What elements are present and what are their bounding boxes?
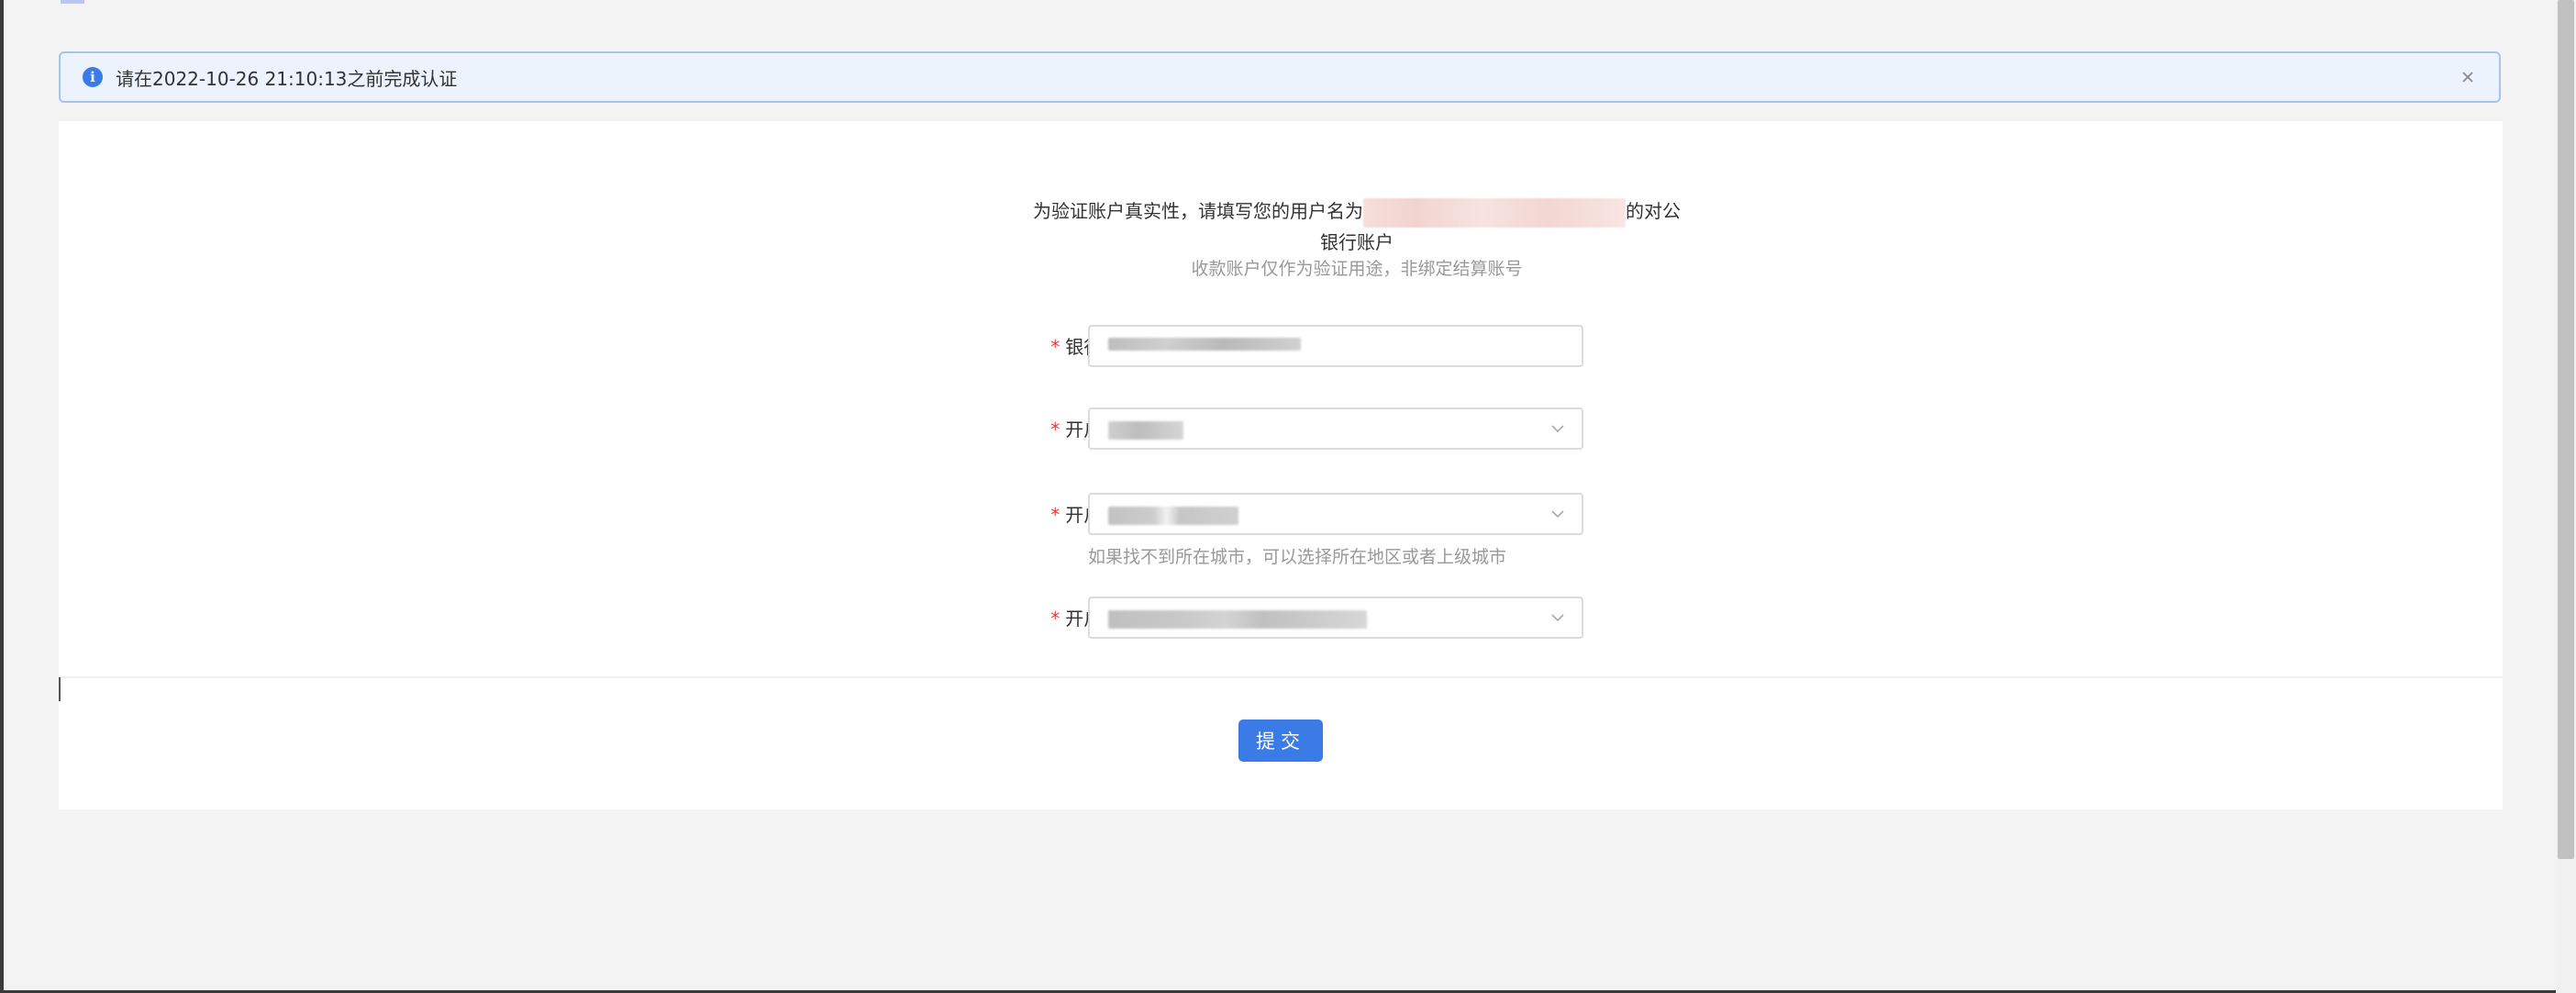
top-partial-element — [61, 0, 84, 4]
intro-text: 为验证账户真实性，请填写您的用户名为 的对公 银行账户 — [1004, 196, 1710, 257]
required-mark: * — [1050, 608, 1060, 630]
text-cursor — [59, 677, 61, 701]
window-left-edge — [0, 0, 4, 993]
intro-text-before: 为验证账户真实性，请填写您的用户名为 — [1033, 200, 1363, 222]
redacted-branch — [1108, 610, 1367, 629]
required-mark: * — [1050, 418, 1060, 441]
redacted-region — [1108, 507, 1238, 525]
branch-row: *开户支行: — [59, 597, 2503, 641]
alert-message: 请在2022-10-26 21:10:13之前完成认证 — [116, 67, 458, 90]
region-helper-text: 如果找不到所在城市，可以选择所在地区或者上级城市 — [1088, 547, 1507, 567]
region-row: *开户地区: — [59, 493, 2503, 537]
redacted-bank-name — [1108, 421, 1183, 440]
bank-row: *开户银行: — [59, 407, 2503, 452]
redacted-username — [1363, 197, 1626, 228]
bank-select[interactable] — [1088, 407, 1583, 450]
scrollbar-thumb[interactable] — [2558, 0, 2574, 859]
page: i 请在2022-10-26 21:10:13之前完成认证 为验证账户真实性，请… — [0, 0, 2576, 993]
divider — [59, 676, 2503, 678]
close-icon[interactable] — [2457, 66, 2479, 88]
bank-account-row: *银行账号: — [59, 325, 2503, 369]
intro-note: 收款账户仅作为验证用途，非绑定结算账号 — [1191, 259, 1523, 279]
deadline-alert: i 请在2022-10-26 21:10:13之前完成认证 — [59, 51, 2501, 103]
redacted-account-number — [1108, 338, 1301, 351]
required-mark: * — [1050, 336, 1060, 358]
chevron-down-icon — [1550, 610, 1565, 625]
chevron-down-icon — [1550, 507, 1565, 521]
required-mark: * — [1050, 504, 1060, 526]
branch-select[interactable] — [1088, 597, 1583, 639]
scrollbar[interactable] — [2556, 0, 2576, 993]
bank-account-input[interactable] — [1088, 325, 1583, 367]
intro-text-after: 的对公 — [1626, 200, 1681, 222]
submit-button[interactable]: 提交 — [1238, 720, 1323, 762]
chevron-down-icon — [1550, 421, 1565, 436]
info-icon: i — [83, 67, 103, 87]
intro-text-line2: 银行账户 — [1320, 230, 1393, 253]
verification-form-card: 为验证账户真实性，请填写您的用户名为 的对公 银行账户 收款账户仅作为验证用途，非… — [59, 121, 2503, 809]
region-select[interactable] — [1088, 493, 1583, 535]
